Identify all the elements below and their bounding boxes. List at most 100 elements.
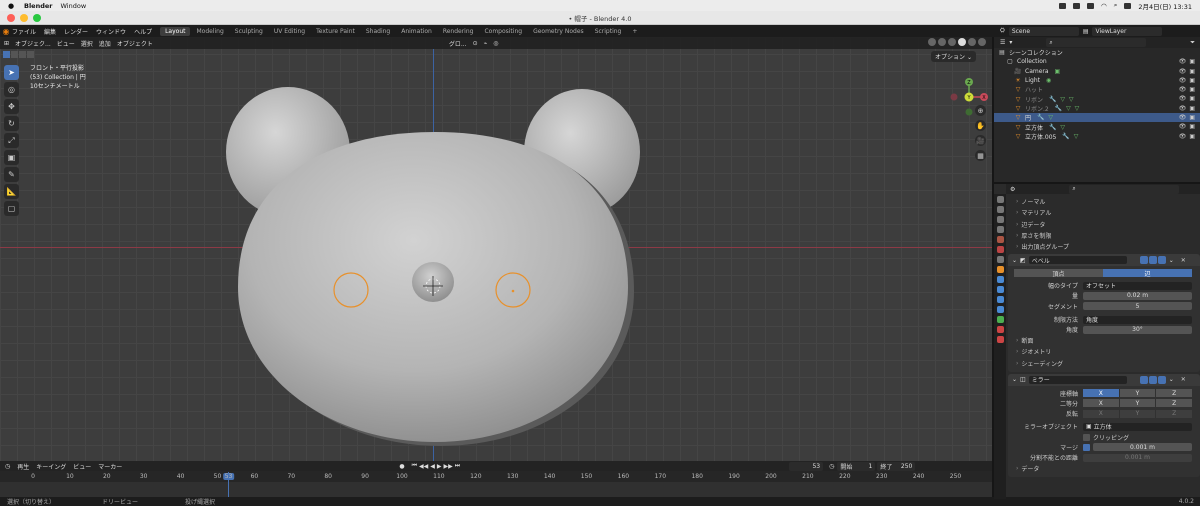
flip-z[interactable]: Z [1156, 409, 1193, 418]
select-extend-icon[interactable] [11, 51, 18, 58]
wireframe-shading-icon[interactable] [948, 38, 956, 46]
timeline-menu-playback[interactable]: 再生 [17, 462, 29, 471]
eye-icon[interactable]: 👁 [1179, 123, 1187, 130]
select-new-icon[interactable] [3, 51, 10, 58]
mirror-object-field[interactable]: ▣ 立方体 [1083, 422, 1192, 431]
tool-tab-icon[interactable] [996, 196, 1004, 203]
editor-type-icon[interactable]: ⊞ [4, 40, 9, 47]
tab-geometry-nodes[interactable]: Geometry Nodes [528, 27, 589, 36]
mode-selector[interactable]: オブジェク... [15, 39, 51, 48]
rendered-shading-icon[interactable] [978, 38, 986, 46]
camera-render-icon[interactable]: ▣ [1189, 68, 1195, 75]
tab-scripting[interactable]: Scripting [590, 27, 627, 36]
eye-icon[interactable]: 👁 [1179, 68, 1187, 75]
constraints-tab-icon[interactable] [996, 306, 1004, 313]
mirror-axis-y[interactable]: Y [1119, 389, 1156, 397]
move-tool-icon[interactable]: ✥ [4, 99, 19, 114]
outliner-row[interactable]: ▽ 立方体 🔧 ▽ 👁 ▣ [994, 122, 1200, 131]
prev-key-icon[interactable]: ◀◀ [419, 463, 428, 470]
outliner-search-input[interactable]: ⌕ [1046, 38, 1147, 47]
menu-render[interactable]: レンダー [64, 27, 88, 36]
section-profile[interactable]: › 断面 [1008, 335, 1200, 346]
annotate-tool-icon[interactable]: ✎ [4, 167, 19, 182]
section-output-vertex-groups[interactable]: › 出力頂点グループ [1008, 241, 1200, 252]
scene-field[interactable]: Scene [1008, 26, 1079, 36]
play-icon[interactable]: ▶ [437, 463, 442, 470]
play-reverse-icon[interactable]: ◀ [430, 463, 435, 470]
ortho-grid-icon[interactable]: ▦ [975, 150, 986, 161]
zoom-icon[interactable]: ⊕ [975, 105, 986, 116]
select-subtract-icon[interactable] [19, 51, 26, 58]
macos-app-name[interactable]: Blender [24, 2, 53, 10]
viewport-menu-object[interactable]: オブジェクト [117, 39, 153, 48]
next-key-icon[interactable]: ▶▶ [443, 463, 452, 470]
outliner-row[interactable]: ▽ 円 🔧 ▽ 👁 ▣ [994, 113, 1200, 123]
snap-icon[interactable]: ⌁ [484, 40, 488, 47]
camera-render-icon[interactable]: ▣ [1189, 86, 1195, 93]
tab-modeling[interactable]: Modeling [191, 27, 228, 36]
current-frame-field[interactable]: 53 [789, 461, 824, 471]
menu-file[interactable]: ファイル [12, 27, 36, 36]
bisect-distance-field[interactable]: 0.001 m [1083, 453, 1192, 462]
texture-tab-icon[interactable] [996, 336, 1004, 343]
merge-distance-field[interactable]: 0.001 m [1093, 443, 1192, 452]
outliner-row[interactable]: ▽ 立方体.005 🔧 ▽ 👁 ▣ [994, 132, 1200, 141]
viewlayer-field[interactable]: ViewLayer [1092, 26, 1163, 36]
preview-range-icon[interactable]: ◷ [829, 463, 834, 470]
outliner-row[interactable]: ▽ ハット 👁 ▣ [994, 85, 1200, 94]
timeline-track[interactable] [0, 482, 992, 497]
render-toggle-icon[interactable] [1157, 256, 1166, 265]
outliner-row[interactable]: ▽ リボン 🔧 ▽ ▽ 👁 ▣ [994, 94, 1200, 103]
camera-render-icon[interactable]: ▣ [1189, 77, 1195, 84]
viewport-toggle-icon[interactable] [1148, 375, 1157, 384]
camera-render-icon[interactable]: ▣ [1189, 105, 1195, 112]
tab-animation[interactable]: Animation [396, 27, 437, 36]
physics-tab-icon[interactable] [996, 296, 1004, 303]
flip-y[interactable]: Y [1119, 409, 1156, 418]
viewport-toggle-icon[interactable] [1148, 256, 1157, 265]
3d-viewport[interactable]: ⊞ オブジェク... ビュー 選択 追加 オブジェクト グロ... ⊙ ⌁ ◎ [0, 37, 992, 461]
rotate-tool-icon[interactable]: ↻ [4, 116, 19, 131]
macos-datetime[interactable]: 2月4日(日) 13:31 [1138, 1, 1192, 11]
affect-vertices-button[interactable]: 頂点 [1014, 269, 1103, 278]
timeline-editor-icon[interactable]: ◷ [5, 463, 10, 470]
add-workspace-button[interactable]: + [627, 27, 642, 36]
timeline-menu-view[interactable]: ビュー [73, 462, 91, 471]
eye-icon[interactable]: 👁 [1179, 86, 1187, 93]
properties-editor-icon[interactable]: ⚙ [1010, 186, 1015, 193]
menu-edit[interactable]: 編集 [44, 27, 56, 36]
battery-icon[interactable] [1087, 2, 1095, 9]
camera-view-icon[interactable]: 🎥 [975, 135, 986, 146]
collapse-icon[interactable]: ⌄ [1012, 376, 1017, 383]
eye-icon[interactable]: 👁 [1179, 114, 1187, 121]
clipping-checkbox[interactable] [1083, 433, 1090, 441]
transform-orientation[interactable]: グロ... [449, 39, 467, 48]
view-layer-tab-icon[interactable] [996, 226, 1004, 233]
jump-end-icon[interactable]: ⏭ [455, 462, 460, 470]
close-window-button[interactable] [7, 14, 15, 22]
outliner-row[interactable]: 🎥 Camera ▣ 👁 ▣ [994, 67, 1200, 76]
remove-modifier-icon[interactable]: ✕ [1181, 257, 1186, 264]
dropdown-icon[interactable]: ⌄ [1169, 257, 1174, 264]
blender-logo-icon[interactable]: ◉ [0, 27, 12, 36]
status-icon[interactable] [1059, 2, 1067, 9]
flip-x[interactable]: X [1083, 409, 1119, 418]
viewport-menu-add[interactable]: 追加 [99, 39, 111, 48]
remove-modifier-icon[interactable]: ✕ [1181, 376, 1186, 383]
filter-icon[interactable]: ⏷ [1190, 39, 1195, 47]
section-normal[interactable]: › ノーマル [1008, 196, 1200, 207]
properties-search-input[interactable]: ⌕ [1069, 184, 1180, 194]
display-mode-icon[interactable]: ▾ [1009, 39, 1012, 46]
xray-icon[interactable] [938, 38, 946, 46]
eye-icon[interactable]: 👁 [1179, 95, 1187, 102]
bisect-y[interactable]: Y [1119, 399, 1156, 408]
timeline-menu-marker[interactable]: マーカー [98, 462, 122, 471]
tab-texture-paint[interactable]: Texture Paint [311, 27, 360, 36]
collapse-icon[interactable]: ⌄ [1012, 257, 1017, 264]
tab-rendering[interactable]: Rendering [438, 27, 479, 36]
section-limit-thickness[interactable]: › 厚さを制限 [1008, 230, 1200, 241]
status-icon[interactable] [1073, 2, 1081, 9]
mirror-axis-x[interactable]: X [1083, 389, 1119, 397]
data-tab-icon[interactable] [996, 316, 1004, 323]
outliner-row[interactable]: ▢ Collection 👁 ▣ [994, 57, 1200, 66]
